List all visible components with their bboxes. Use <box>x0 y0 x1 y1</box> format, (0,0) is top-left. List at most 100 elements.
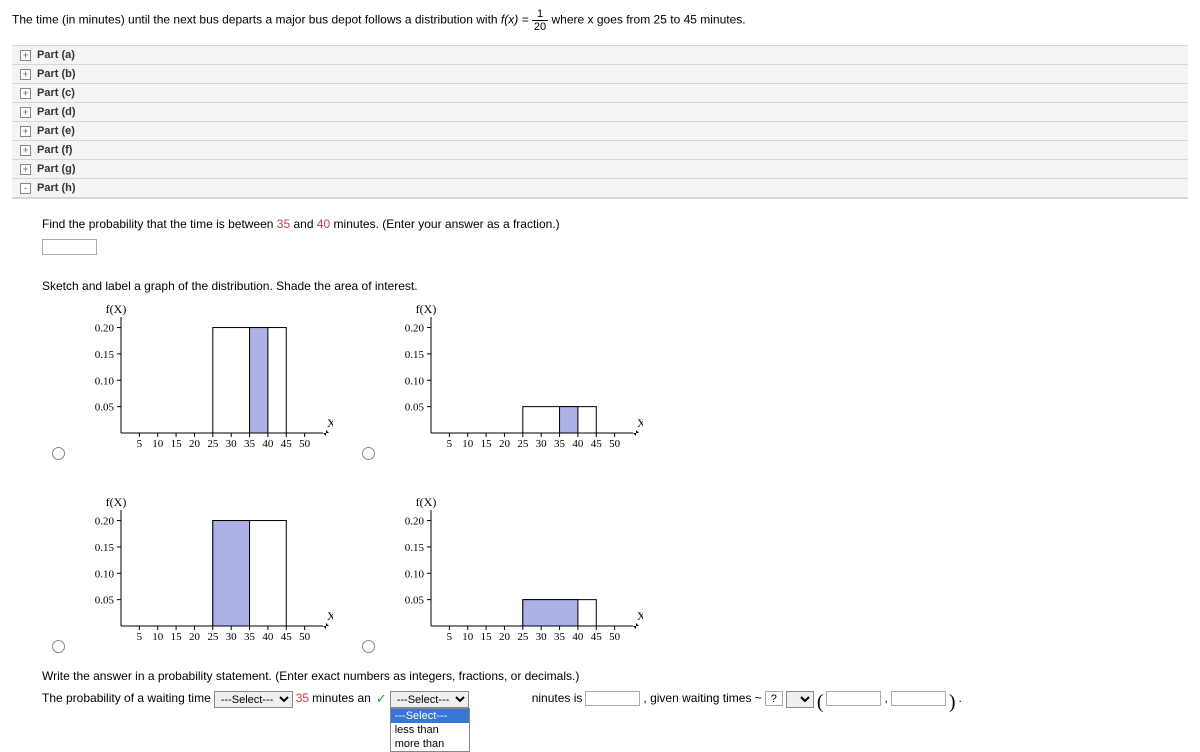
svg-text:30: 30 <box>226 631 238 643</box>
svg-text:0.20: 0.20 <box>405 323 425 335</box>
svg-text:X: X <box>637 609 643 623</box>
part-row[interactable]: -Part (h) <box>12 179 1188 198</box>
expand-icon[interactable]: + <box>20 69 31 80</box>
chart-option: 51015202530354045500.050.100.150.20f(X)X <box>362 494 652 657</box>
dropdown-option[interactable]: ---Select--- <box>391 709 469 723</box>
part-row[interactable]: +Part (e) <box>12 122 1188 141</box>
svg-text:50: 50 <box>299 631 311 643</box>
svg-text:15: 15 <box>171 438 183 450</box>
part-row[interactable]: +Part (a) <box>12 46 1188 65</box>
distribution-chart: 51015202530354045500.050.100.150.20f(X)X <box>383 301 643 464</box>
part-row[interactable]: + Part (f) <box>12 141 1188 160</box>
probability-value-input[interactable] <box>585 691 640 706</box>
svg-text:X: X <box>637 416 643 430</box>
distribution-chart: 51015202530354045500.050.100.150.20f(X)X <box>73 494 333 657</box>
svg-text:0.10: 0.10 <box>95 375 115 387</box>
chart-option: 51015202530354045500.050.100.150.20f(X)X <box>52 494 342 657</box>
svg-text:f(X): f(X) <box>106 302 127 316</box>
svg-text:0.10: 0.10 <box>405 375 425 387</box>
svg-text:0.15: 0.15 <box>405 542 425 554</box>
sketch-instruction: Sketch and label a graph of the distribu… <box>42 279 1158 293</box>
fraction: 1 20 <box>532 8 548 33</box>
dropdown-option[interactable]: less than <box>391 723 469 737</box>
radio-button[interactable] <box>52 640 65 653</box>
svg-text:35: 35 <box>554 631 566 643</box>
svg-text:X: X <box>327 416 333 430</box>
svg-text:0.10: 0.10 <box>405 568 425 580</box>
distribution-chart: 51015202530354045500.050.100.150.20f(X)X <box>383 494 643 657</box>
select-distribution[interactable] <box>786 691 814 708</box>
radio-button[interactable] <box>52 447 65 460</box>
svg-text:40: 40 <box>572 631 584 643</box>
part-label: Part (g) <box>37 163 76 175</box>
svg-text:45: 45 <box>591 438 603 450</box>
collapse-icon[interactable]: - <box>20 183 31 194</box>
svg-text:5: 5 <box>137 631 143 643</box>
checkmark-icon: ✓ <box>376 691 387 707</box>
dropdown-option[interactable]: more than <box>391 737 469 751</box>
svg-text:0.05: 0.05 <box>95 595 115 607</box>
svg-text:0.05: 0.05 <box>405 595 425 607</box>
svg-text:5: 5 <box>447 438 453 450</box>
expand-icon[interactable]: + <box>20 164 31 175</box>
svg-text:50: 50 <box>609 438 621 450</box>
svg-text:15: 15 <box>171 631 183 643</box>
svg-text:40: 40 <box>572 438 584 450</box>
svg-text:50: 50 <box>609 631 621 643</box>
svg-text:30: 30 <box>536 631 548 643</box>
svg-text:35: 35 <box>244 438 256 450</box>
part-row[interactable]: + Part (b) <box>12 65 1188 84</box>
expand-icon[interactable]: + <box>20 126 31 137</box>
svg-text:20: 20 <box>499 438 511 450</box>
svg-text:20: 20 <box>189 438 201 450</box>
svg-text:5: 5 <box>137 438 143 450</box>
expand-icon[interactable]: + <box>20 145 31 156</box>
svg-text:15: 15 <box>481 438 493 450</box>
question-prompt: Find the probability that the time is be… <box>42 217 1158 231</box>
expand-icon[interactable]: + <box>20 107 31 118</box>
svg-text:25: 25 <box>517 631 529 643</box>
expand-icon[interactable]: + <box>20 88 31 99</box>
expand-icon[interactable]: + <box>20 50 31 61</box>
part-label: Part (h) <box>37 182 76 194</box>
param-b-input[interactable] <box>891 691 946 706</box>
svg-text:0.05: 0.05 <box>405 402 425 414</box>
svg-text:f(X): f(X) <box>106 495 127 509</box>
part-row[interactable]: +Part (d) <box>12 103 1188 122</box>
distribution-chart: 51015202530354045500.050.100.150.20f(X)X <box>73 301 333 464</box>
svg-text:0.20: 0.20 <box>95 323 115 335</box>
svg-text:10: 10 <box>462 438 474 450</box>
chart-option: 51015202530354045500.050.100.150.20f(X)X <box>52 301 342 464</box>
svg-text:0.20: 0.20 <box>95 516 115 528</box>
svg-text:20: 20 <box>189 631 201 643</box>
radio-button[interactable] <box>362 447 375 460</box>
svg-text:10: 10 <box>152 631 164 643</box>
radio-button[interactable] <box>362 640 375 653</box>
svg-text:0.15: 0.15 <box>95 542 115 554</box>
svg-text:f(X): f(X) <box>416 495 437 509</box>
svg-text:45: 45 <box>281 631 293 643</box>
svg-text:35: 35 <box>244 631 256 643</box>
svg-text:25: 25 <box>207 438 219 450</box>
select-comparison-2[interactable]: ---Select--- ---Select---less thanmore t… <box>390 691 469 708</box>
part-label: Part (b) <box>37 68 76 80</box>
svg-text:10: 10 <box>152 438 164 450</box>
svg-text:45: 45 <box>591 631 603 643</box>
part-label: Part (f) <box>37 144 72 156</box>
svg-text:20: 20 <box>499 631 511 643</box>
svg-text:X: X <box>327 609 333 623</box>
fx-label: f(x) = <box>501 13 532 27</box>
part-row[interactable]: + Part (g) <box>12 160 1188 179</box>
svg-text:40: 40 <box>262 438 274 450</box>
svg-text:5: 5 <box>447 631 453 643</box>
fraction-answer-input[interactable] <box>42 239 97 255</box>
select-comparison-1[interactable]: ---Select--- <box>214 691 293 708</box>
svg-text:40: 40 <box>262 631 274 643</box>
svg-text:0.20: 0.20 <box>405 516 425 528</box>
part-row[interactable]: + Part (c) <box>12 84 1188 103</box>
part-label: Part (c) <box>37 87 75 99</box>
param-a-input[interactable] <box>826 691 881 706</box>
svg-text:10: 10 <box>462 631 474 643</box>
distribution-symbol-input[interactable]: ? <box>765 691 783 706</box>
chart-option: 51015202530354045500.050.100.150.20f(X)X <box>362 301 652 464</box>
